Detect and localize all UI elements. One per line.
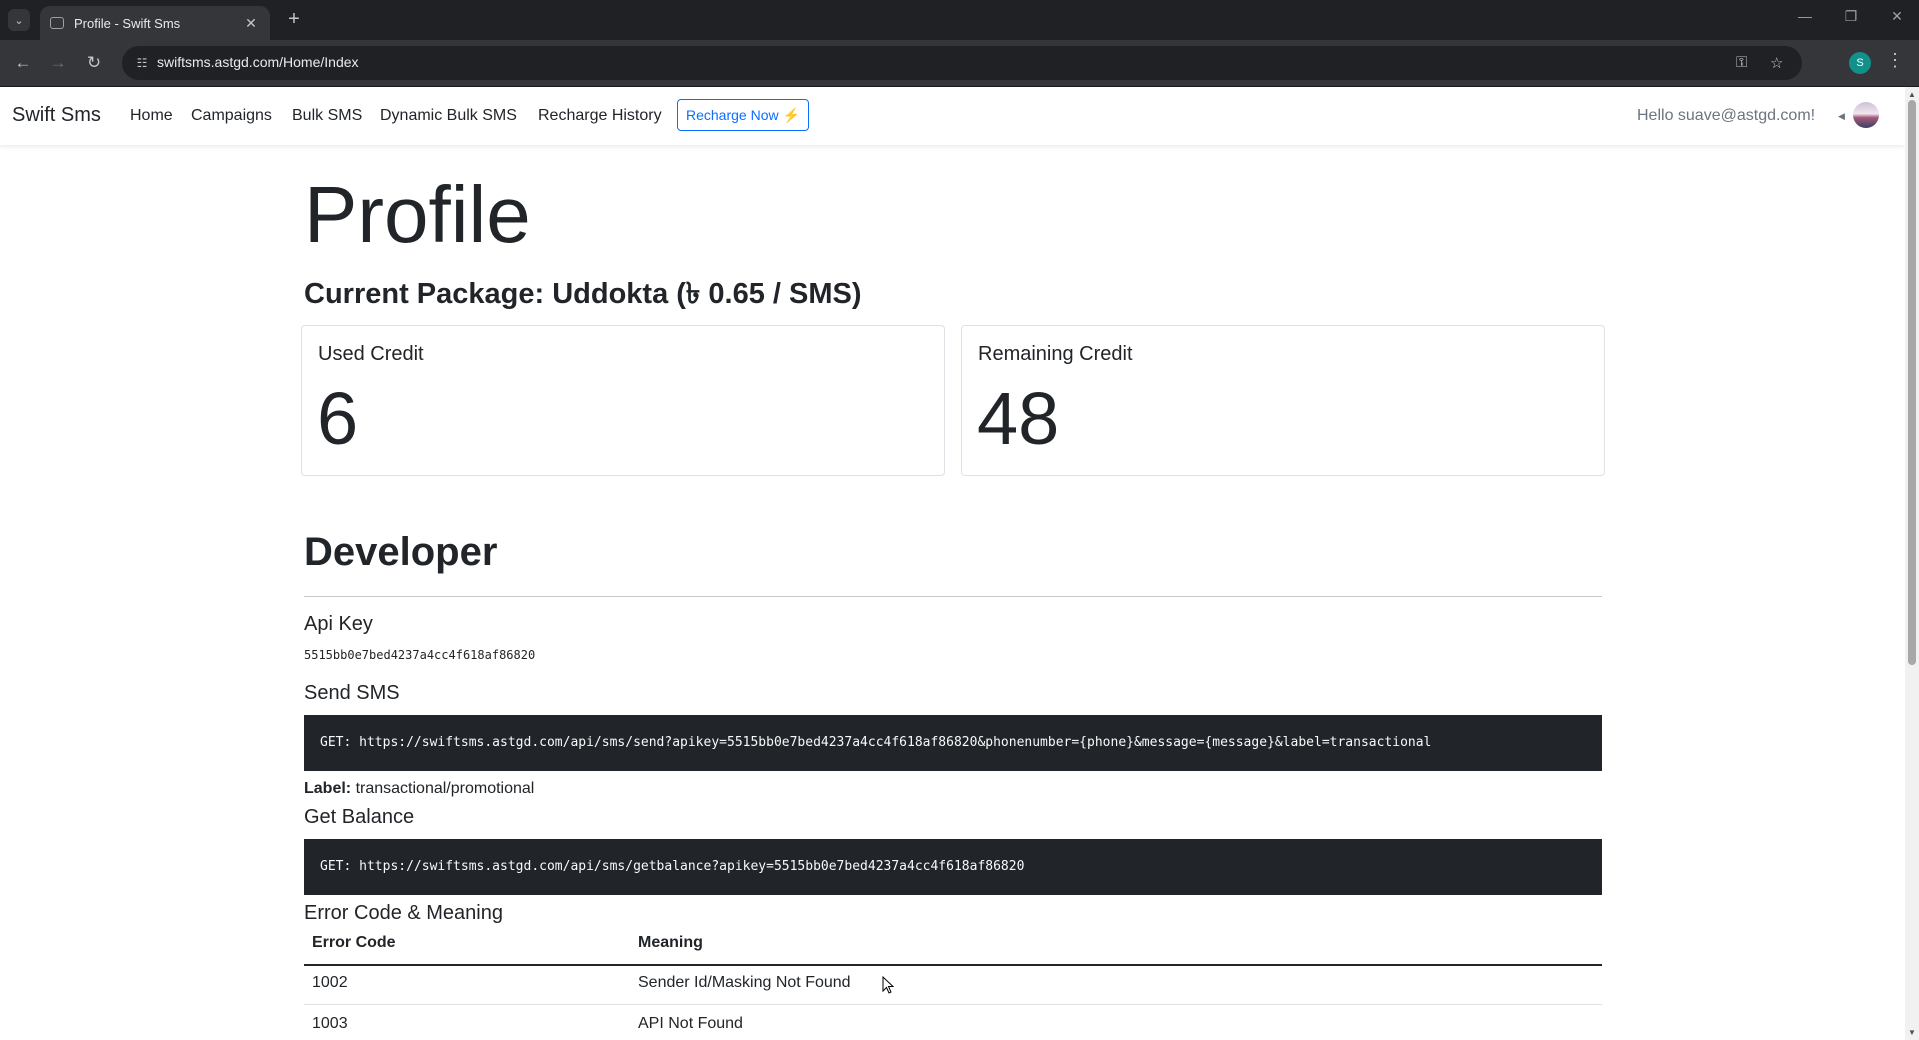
page-scrollbar-thumb[interactable] [1908,100,1916,665]
label-value: transactional/promotional [355,780,535,797]
table-cell-code: 1003 [312,1015,348,1032]
new-tab-plus-icon[interactable]: + [282,8,306,32]
table-header-error-code: Error Code [312,934,396,951]
used-credit-card: Used Credit 6 [301,325,945,476]
table-cell-meaning: API Not Found [638,1015,743,1032]
bookmark-star-icon[interactable]: ☆ [1770,54,1783,72]
scroll-down-arrow-icon[interactable]: ▼ [1908,1028,1916,1037]
table-cell-code: 1002 [312,974,348,991]
reload-icon[interactable]: ↻ [81,50,107,76]
used-credit-value: 6 [317,377,359,460]
send-sms-heading: Send SMS [304,682,400,704]
window-close-icon[interactable]: ✕ [1882,8,1912,25]
page-title: Profile [304,170,531,259]
tab-title: Profile - Swift Sms [74,15,181,31]
restore-icon[interactable]: ❐ [1836,8,1866,25]
recharge-now-button[interactable]: Recharge Now ⚡ [677,99,809,131]
error-code-heading: Error Code & Meaning [304,902,503,924]
table-row-border [304,1004,1602,1005]
scroll-up-arrow-icon[interactable]: ▲ [1908,90,1916,99]
browser-menu-icon[interactable]: ⋮ [1886,50,1904,71]
get-balance-code-block: GET: https://swiftsms.astgd.com/api/sms/… [304,839,1602,895]
nav-link-bulk-sms[interactable]: Bulk SMS [292,107,362,125]
divider [304,596,1602,597]
remaining-credit-value: 48 [977,377,1060,460]
developer-heading: Developer [304,530,498,574]
browser-toolbar: ← → ↻ ☷ swiftsms.astgd.com/Home/Index ☆ … [0,40,1919,87]
label-key: Label: [304,780,352,797]
dropdown-caret-icon[interactable]: ◀ [1838,111,1845,122]
send-sms-code-block: GET: https://swiftsms.astgd.com/api/sms/… [304,715,1602,771]
user-avatar[interactable] [1853,102,1879,128]
get-balance-heading: Get Balance [304,806,415,828]
browser-profile-avatar[interactable]: S [1849,52,1871,74]
brand-logo-text[interactable]: Swift Sms [12,104,101,127]
nav-link-home[interactable]: Home [130,107,173,125]
table-cell-meaning: Sender Id/Masking Not Found [638,974,851,991]
api-key-heading: Api Key [304,613,373,635]
used-credit-label: Used Credit [318,343,424,365]
nav-link-campaigns[interactable]: Campaigns [191,107,272,125]
label-info: Label: transactional/promotional [304,780,534,798]
table-header-meaning: Meaning [638,934,703,951]
address-bar[interactable]: ☷ swiftsms.astgd.com/Home/Index ☆ ⚿ [122,46,1802,80]
browser-tab-active[interactable]: Profile - Swift Sms ✕ [40,6,270,40]
mouse-pointer-icon [882,976,894,994]
forward-arrow-icon[interactable]: → [45,50,71,76]
site-info-icon[interactable]: ☷ [134,55,150,71]
table-header-border [304,964,1602,966]
remaining-credit-label: Remaining Credit [978,343,1133,365]
tab-close-icon[interactable]: ✕ [242,15,260,32]
api-key-value: 5515bb0e7bed4237a4cc4f618af86820 [304,648,536,662]
url-text[interactable]: swiftsms.astgd.com/Home/Index [157,54,359,70]
remaining-credit-card: Remaining Credit 48 [961,325,1605,476]
nav-link-recharge-history[interactable]: Recharge History [538,107,662,125]
nav-link-dynamic-bulk-sms[interactable]: Dynamic Bulk SMS [380,107,517,125]
minimize-icon[interactable]: — [1790,8,1820,24]
back-arrow-icon[interactable]: ← [10,50,36,76]
user-greeting: Hello suave@astgd.com! [1637,107,1816,124]
password-key-icon[interactable]: ⚿ [1736,54,1747,71]
tab-search-chevron-icon[interactable]: ⌄ [8,9,30,31]
browser-tab-strip: ⌄ Profile - Swift Sms ✕ + — ❐ ✕ [0,0,1919,40]
current-package-heading: Current Package: Uddokta (৳ 0.65 / SMS) [304,278,862,310]
chat-favicon-icon [50,17,64,29]
site-navbar: Swift Sms Home Campaigns Bulk SMS Dynami… [0,87,1905,145]
